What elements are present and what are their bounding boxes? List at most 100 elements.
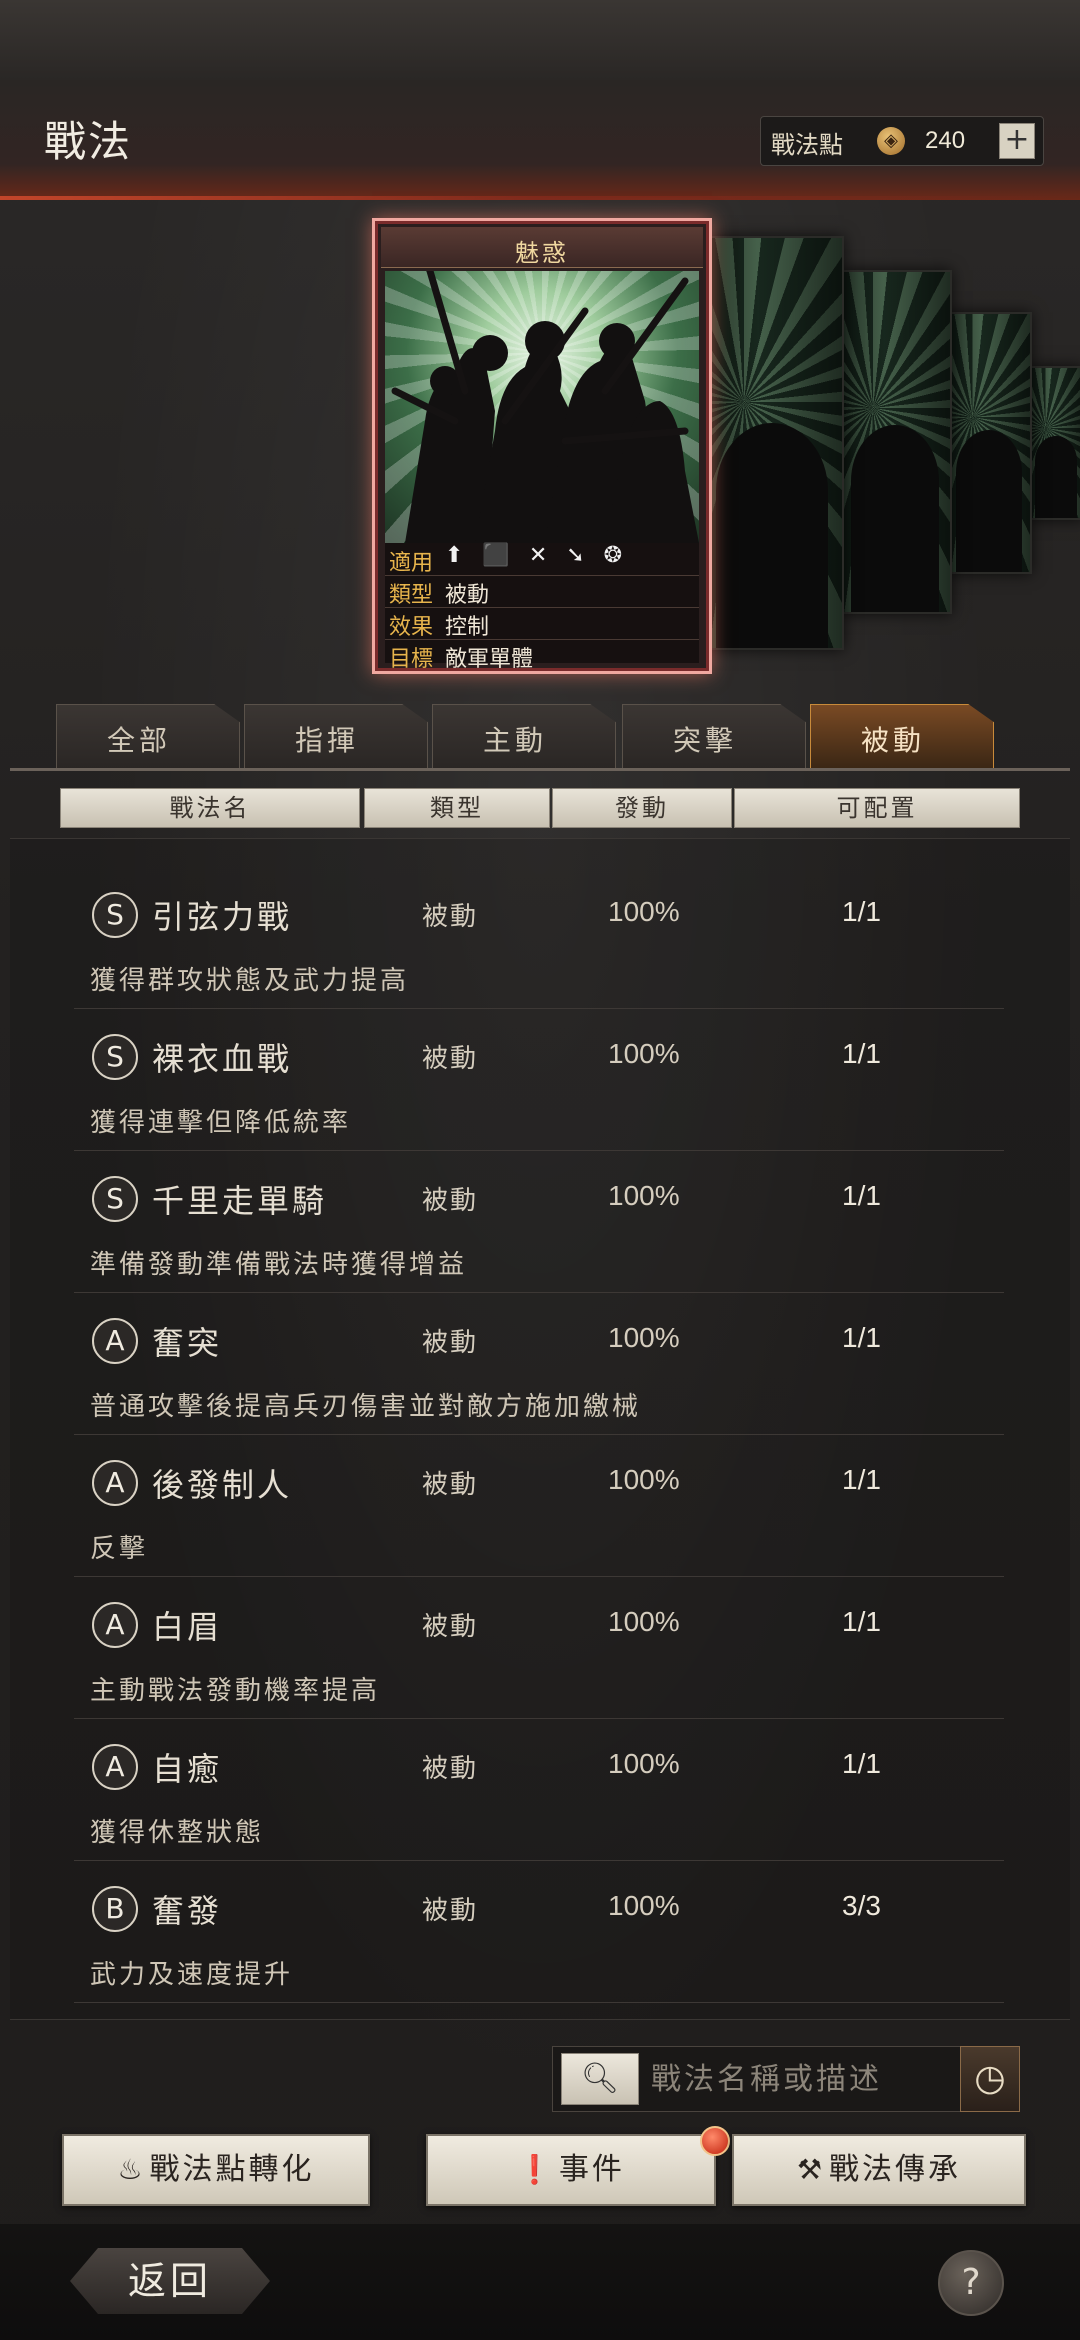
history-clock-icon[interactable]: ◷	[960, 2046, 1020, 2112]
tactic-desc: 獲得休整狀態	[90, 1818, 265, 1848]
grade-badge: A	[92, 1460, 138, 1506]
convert-points-button[interactable]: ♨ 戰法點轉化	[62, 2134, 370, 2206]
tactic-desc: 獲得連擊但降低統率	[90, 1108, 352, 1138]
tactic-type: 被動	[422, 1328, 479, 1358]
tactic-rate: 100%	[608, 1464, 680, 1495]
tactic-type: 被動	[422, 1754, 479, 1784]
hammer-icon: ⚒	[796, 2153, 826, 2186]
info-label-applicable: 適用	[389, 551, 434, 576]
back-button[interactable]: 返回	[70, 2248, 270, 2314]
tactic-rate: 100%	[608, 896, 680, 927]
tactic-desc: 普通攻擊後提高兵刃傷害並對敵方施加繳械	[90, 1392, 642, 1422]
carousel-card-1[interactable]	[700, 236, 844, 650]
events-button[interactable]: ❗ 事件	[426, 2134, 716, 2206]
tactic-count: 1/1	[842, 1180, 881, 1211]
tactic-type: 被動	[422, 1044, 479, 1074]
flame-icon: ♨	[117, 2153, 146, 2186]
page-title: 戰法	[44, 117, 133, 166]
inherit-tactic-label: 戰法傳承	[829, 2152, 962, 2187]
carousel-card-3[interactable]	[946, 312, 1032, 574]
carousel-card-2[interactable]	[838, 270, 952, 614]
tactic-count: 1/1	[842, 1038, 881, 1069]
tactic-row[interactable]: A 自癒 被動 100% 1/1 獲得休整狀態	[74, 1718, 1004, 1861]
search-input[interactable]	[649, 2055, 953, 2103]
tactic-desc: 準備發動準備戰法時獲得增益	[90, 1250, 468, 1280]
warriors-silhouette	[391, 271, 699, 543]
tactic-name: 自癒	[152, 1750, 223, 1788]
grade-badge: S	[92, 1034, 138, 1080]
tactic-rate: 100%	[608, 1748, 680, 1779]
tactic-desc: 獲得群攻狀態及武力提高	[90, 966, 410, 996]
tab-assault[interactable]: 突擊	[622, 704, 806, 769]
tactic-name: 後發制人	[152, 1466, 293, 1504]
grade-badge: A	[92, 1602, 138, 1648]
tactic-row[interactable]: A 奮突 被動 100% 1/1 普通攻擊後提高兵刃傷害並對敵方施加繳械	[74, 1292, 1004, 1435]
top-strip	[0, 0, 1080, 80]
tactic-type: 被動	[422, 1896, 479, 1926]
info-value-target: 敵軍單體	[445, 647, 534, 672]
tactic-rate: 100%	[608, 1322, 680, 1353]
tactic-name: 奮突	[152, 1324, 223, 1362]
tactic-row[interactable]: S 千里走單騎 被動 100% 1/1 準備發動準備戰法時獲得增益	[74, 1150, 1004, 1293]
tab-all[interactable]: 全部	[56, 704, 240, 769]
search-icon[interactable]: 🔍︎	[561, 2053, 639, 2105]
tab-passive[interactable]: 被動	[810, 704, 994, 769]
alert-book-icon: ❗	[517, 2153, 555, 2186]
tactic-count: 1/1	[842, 1606, 881, 1637]
carousel-card-4[interactable]	[1028, 366, 1080, 520]
grade-badge: S	[92, 892, 138, 938]
tactic-count: 1/1	[842, 1748, 881, 1779]
column-header-type[interactable]: 類型	[364, 788, 550, 828]
tactic-count: 3/3	[842, 1890, 881, 1921]
tactic-type: 被動	[422, 1612, 479, 1642]
column-header-name[interactable]: 戰法名	[60, 788, 360, 828]
tactic-name: 裸衣血戰	[152, 1040, 293, 1078]
help-button[interactable]: ?	[938, 2250, 1004, 2316]
add-points-button[interactable]: +	[999, 123, 1035, 159]
grade-badge: A	[92, 1744, 138, 1790]
header-divider	[0, 196, 1080, 200]
column-header-trigger[interactable]: 發動	[552, 788, 732, 828]
inherit-tactic-button[interactable]: ⚒ 戰法傳承	[732, 2134, 1026, 2206]
tactic-count: 1/1	[842, 896, 881, 927]
tactic-count: 1/1	[842, 1322, 881, 1353]
selected-tactic-card[interactable]: 魅惑 適用 ⬆ ⬛ ✕ ➘ ❂ 類型 被動 效果 控制 目標 敵軍單體	[372, 218, 712, 674]
notification-dot	[700, 2126, 730, 2156]
tactic-name: 千里走單騎	[152, 1182, 328, 1220]
tactic-desc: 主動戰法發動機率提高	[90, 1676, 381, 1706]
info-label-effect: 效果	[389, 615, 434, 640]
search-bar: 🔍︎	[552, 2046, 1020, 2112]
points-value: 240	[925, 127, 966, 154]
tactic-rate: 100%	[608, 1038, 680, 1069]
tactic-name: 奮發	[152, 1892, 223, 1930]
tabs-divider	[10, 768, 1070, 771]
grade-badge: A	[92, 1318, 138, 1364]
grade-badge: S	[92, 1176, 138, 1222]
convert-points-label: 戰法點轉化	[149, 2152, 315, 2187]
info-row-applicable: 適用 ⬆ ⬛ ✕ ➘ ❂	[385, 543, 699, 576]
tactic-desc: 武力及速度提升	[90, 1960, 294, 1990]
info-value-effect: 控制	[445, 615, 490, 640]
tactic-type: 被動	[422, 1186, 479, 1216]
info-row-target: 目標 敵軍單體	[385, 639, 699, 672]
tactic-row[interactable]: B 奮發 被動 100% 3/3 武力及速度提升	[74, 1860, 1004, 2003]
card-artwork	[385, 271, 699, 543]
tactic-type: 被動	[422, 902, 479, 932]
tactic-row[interactable]: S 裸衣血戰 被動 100% 1/1 獲得連擊但降低統率	[74, 1008, 1004, 1151]
tactic-rate: 100%	[608, 1606, 680, 1637]
tactic-rate: 100%	[608, 1180, 680, 1211]
tactic-type: 被動	[422, 1470, 479, 1500]
column-header-assignable[interactable]: 可配置	[734, 788, 1020, 828]
troop-type-icons: ⬆ ⬛ ✕ ➘ ❂	[445, 543, 629, 568]
card-info-panel: 適用 ⬆ ⬛ ✕ ➘ ❂ 類型 被動 效果 控制 目標 敵軍單體	[385, 543, 699, 672]
points-label: 戰法點	[771, 131, 843, 159]
tactic-name: 白眉	[152, 1608, 223, 1646]
tactic-row[interactable]: S 引弦力戰 被動 100% 1/1 獲得群攻狀態及武力提高	[74, 866, 1004, 1009]
info-value-type: 被動	[445, 583, 490, 608]
info-row-effect: 效果 控制	[385, 607, 699, 640]
tactic-row[interactable]: A 後發制人 被動 100% 1/1 反擊	[74, 1434, 1004, 1577]
tactic-row[interactable]: A 白眉 被動 100% 1/1 主動戰法發動機率提高	[74, 1576, 1004, 1719]
info-label-type: 類型	[389, 583, 434, 608]
tab-command[interactable]: 指揮	[244, 704, 428, 769]
tab-active[interactable]: 主動	[432, 704, 616, 769]
